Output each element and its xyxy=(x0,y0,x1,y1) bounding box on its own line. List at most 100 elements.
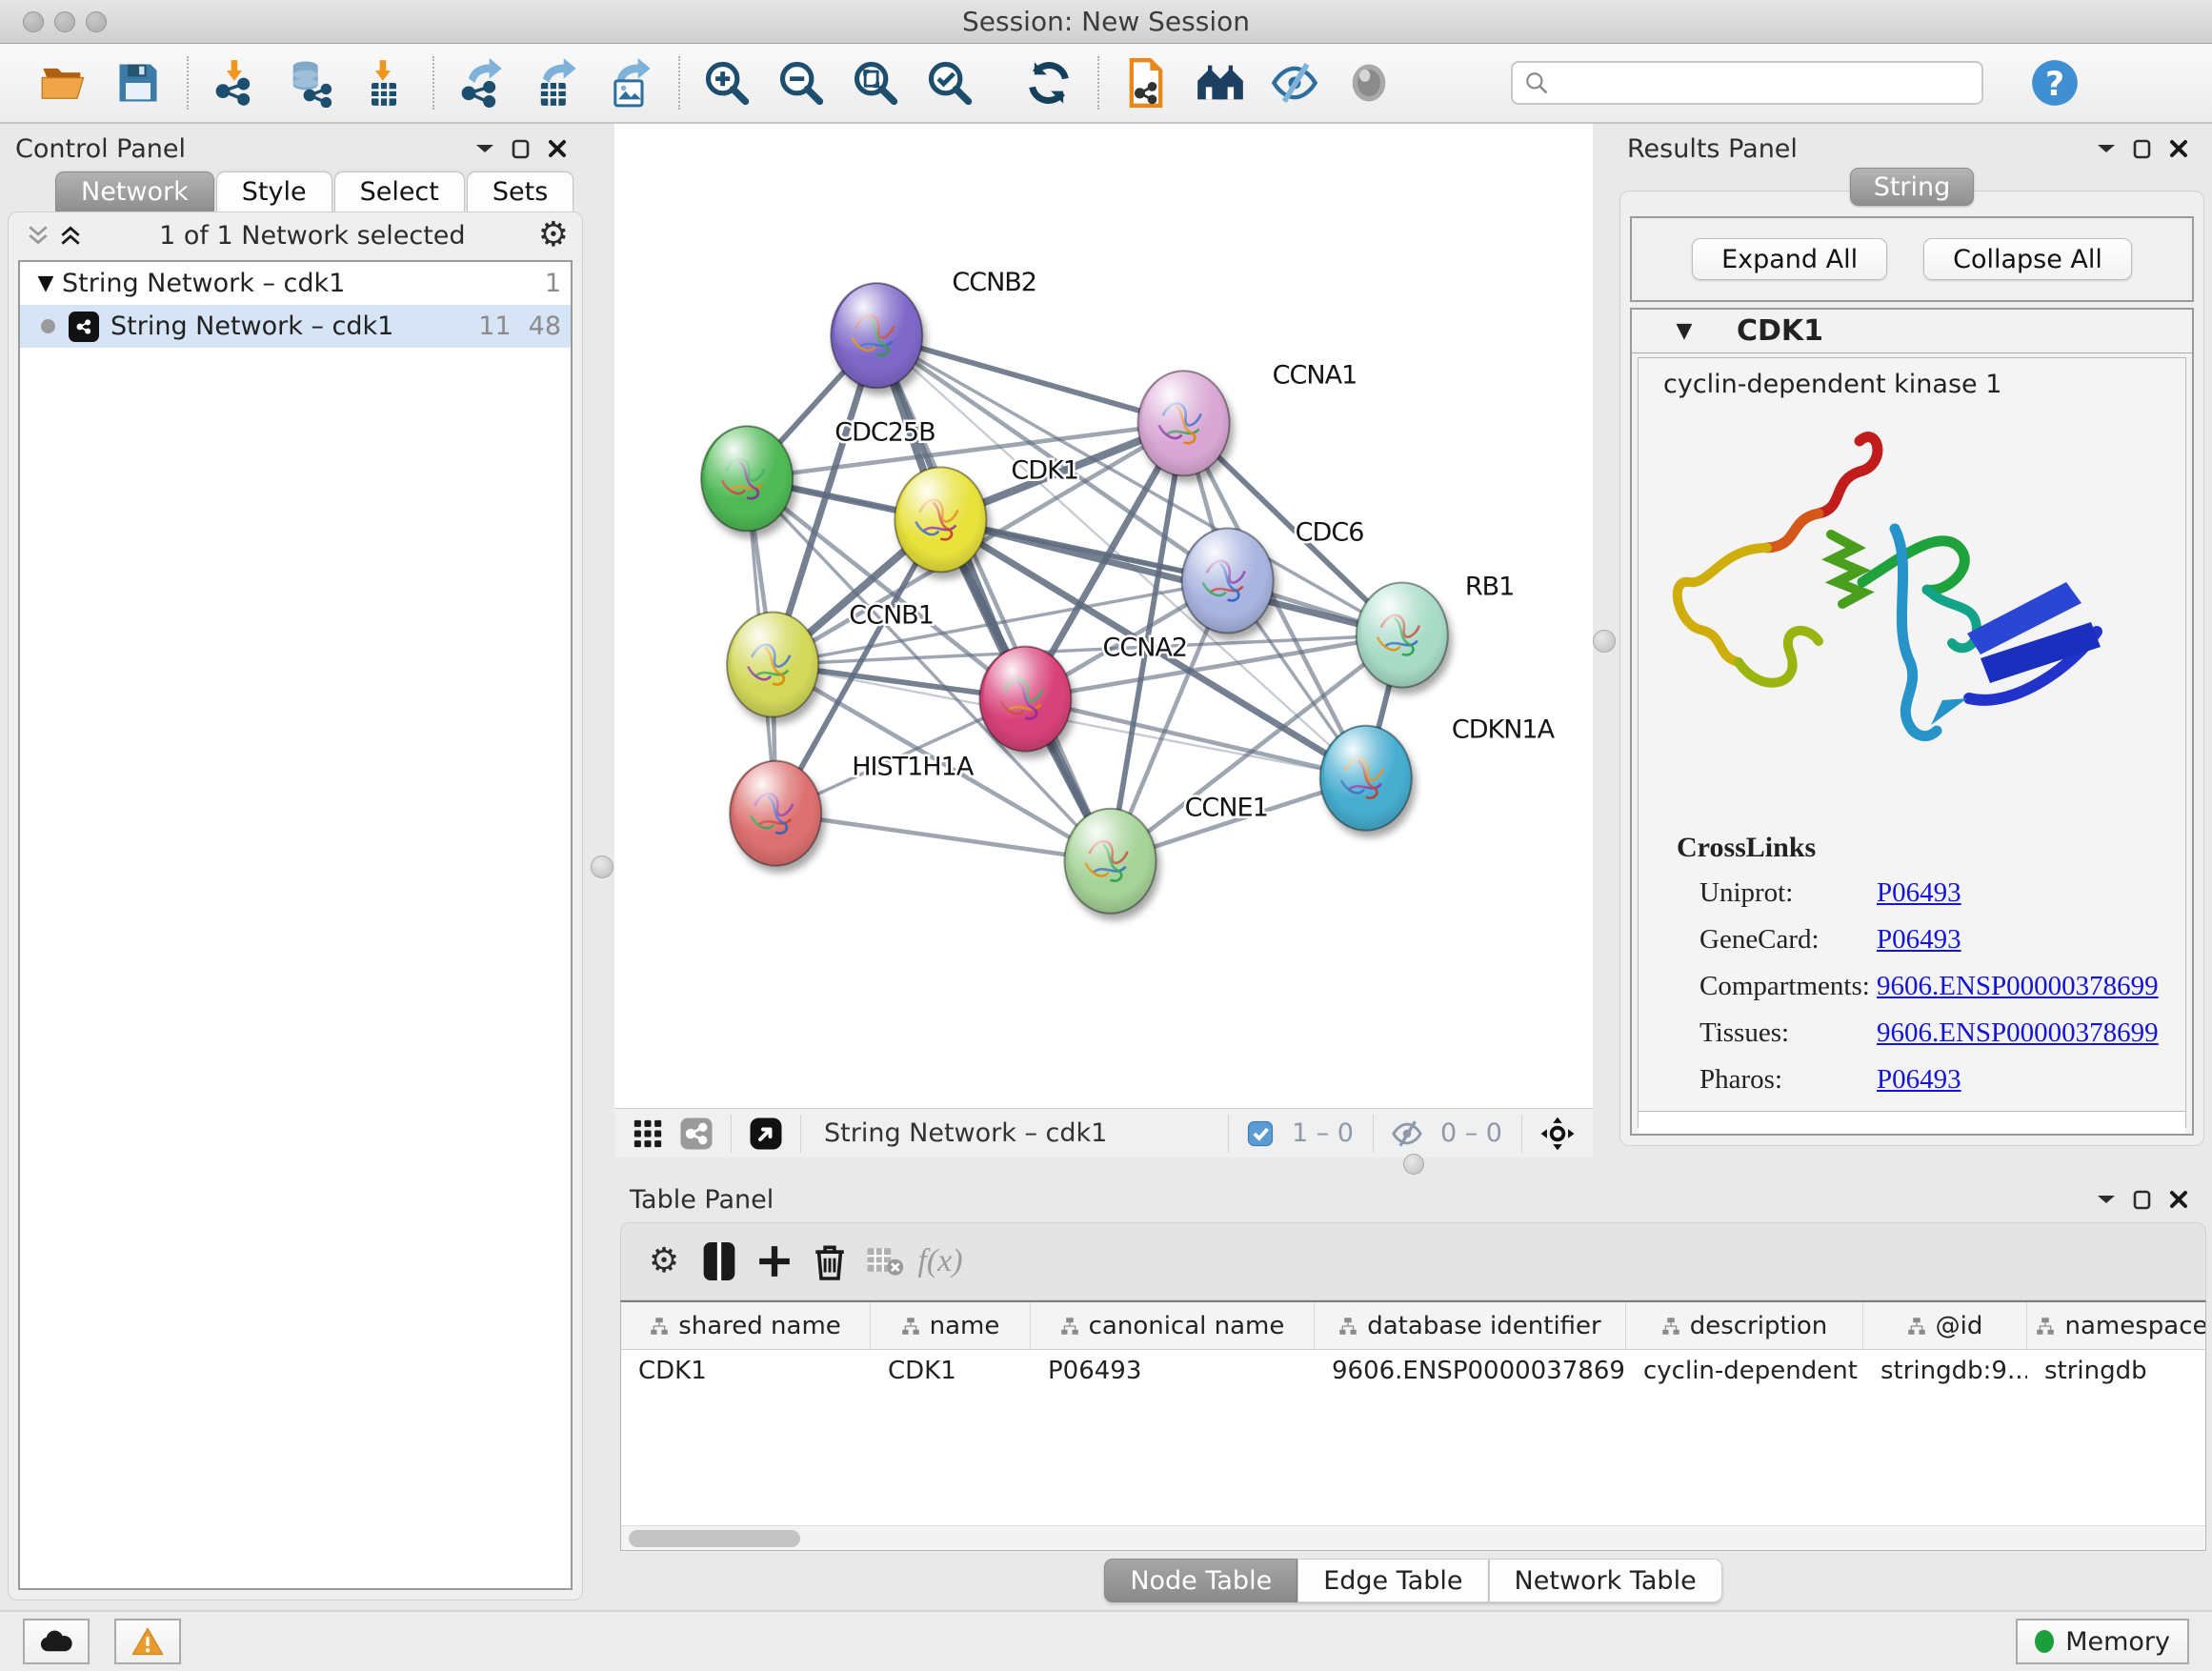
table-cell[interactable]: stringdb:9... xyxy=(1863,1350,2027,1392)
crosslink-link[interactable]: 9606.ENSP00000378699 xyxy=(1877,971,2159,1002)
collapse-caret-icon[interactable]: ▼ xyxy=(30,272,62,295)
show-columns-icon[interactable] xyxy=(692,1234,747,1289)
zoom-selected-button[interactable] xyxy=(918,51,981,114)
birds-eye-view-icon[interactable] xyxy=(1532,1115,1583,1153)
column-header-shared-name[interactable]: shared name xyxy=(621,1302,871,1349)
horizontal-splitter[interactable] xyxy=(614,1158,2212,1173)
tab-network-table[interactable]: Network Table xyxy=(1489,1559,1722,1602)
cloud-button[interactable] xyxy=(23,1619,90,1664)
string-view-icon[interactable] xyxy=(672,1115,721,1153)
network-node-CCNE1[interactable]: CCNE1 xyxy=(1064,794,1267,914)
hidden-eye-icon[interactable] xyxy=(1383,1115,1431,1153)
network-options-gear-icon[interactable]: ⚙ xyxy=(538,218,569,252)
table-horizontal-scrollbar[interactable] xyxy=(621,1525,2205,1550)
network-node-CDK1[interactable]: CDK1 xyxy=(895,455,1078,572)
search-input[interactable] xyxy=(1558,69,1970,97)
network-node-RB1[interactable]: RB1 xyxy=(1357,572,1515,687)
import-table-button[interactable] xyxy=(352,51,415,114)
memory-button[interactable]: Memory xyxy=(2016,1619,2189,1664)
column-header-description[interactable]: description xyxy=(1626,1302,1863,1349)
collapse-all-button[interactable]: Collapse All xyxy=(1923,238,2132,280)
splitter-handle[interactable] xyxy=(1593,630,1616,653)
network-node-CCNA1[interactable]: CCNA1 xyxy=(1138,360,1357,475)
delete-column-icon[interactable] xyxy=(802,1234,857,1289)
zoom-in-button[interactable] xyxy=(695,51,758,114)
crosslink-link[interactable]: 9606.ENSP00000378699 xyxy=(1877,1017,2159,1049)
tab-node-table[interactable]: Node Table xyxy=(1104,1559,1297,1602)
crosslinks-section: CrossLinks Uniprot:P06493GeneCard:P06493… xyxy=(1639,832,2185,1111)
open-view-icon[interactable] xyxy=(741,1115,791,1153)
warning-button[interactable] xyxy=(114,1619,181,1664)
crosslink-link[interactable]: P06493 xyxy=(1877,1064,1961,1096)
import-network-database-button[interactable] xyxy=(278,51,341,114)
crosslink-link[interactable]: P06493 xyxy=(1877,924,1961,956)
fit-content-button[interactable] xyxy=(844,51,907,114)
splitter-handle[interactable] xyxy=(1403,1154,1424,1175)
apply-layout-button[interactable] xyxy=(1017,51,1080,114)
expand-all-networks-icon[interactable] xyxy=(54,221,87,250)
float-panel-button[interactable] xyxy=(2124,1185,2161,1214)
hide-selected-button[interactable] xyxy=(1263,51,1326,114)
export-network-button[interactable] xyxy=(450,51,513,114)
crosslink-link[interactable]: P06493 xyxy=(1877,877,1961,909)
export-table-button[interactable] xyxy=(524,51,587,114)
save-session-button[interactable] xyxy=(107,51,170,114)
column-header-name[interactable]: name xyxy=(871,1302,1031,1349)
tab-edge-table[interactable]: Edge Table xyxy=(1297,1559,1488,1602)
table-cell[interactable]: P06493 xyxy=(1031,1350,1315,1392)
network-collection-row[interactable]: ▼ String Network – cdk1 1 xyxy=(20,262,571,305)
column-header-namespace[interactable]: namespace xyxy=(2027,1302,2206,1349)
table-cell[interactable]: CDK1 xyxy=(871,1350,1031,1392)
close-panel-button[interactable] xyxy=(2161,134,2197,163)
export-image-button[interactable] xyxy=(598,51,661,114)
panel-menu-button[interactable] xyxy=(2088,134,2124,163)
float-panel-button[interactable] xyxy=(503,134,539,163)
first-neighbors-button[interactable] xyxy=(1189,51,1252,114)
table-cell[interactable]: 9606.ENSP00000378699 xyxy=(1315,1350,1626,1392)
panel-menu-button[interactable] xyxy=(2088,1185,2124,1214)
crosslink-label: Uniprot: xyxy=(1677,877,1877,909)
network-edge-HIST1H1A-CCNE1[interactable] xyxy=(775,814,1110,861)
create-column-icon[interactable] xyxy=(747,1234,802,1289)
tab-network[interactable]: Network xyxy=(55,171,214,211)
grid-view-icon[interactable] xyxy=(624,1115,672,1153)
entry-collapse-caret-icon[interactable]: ▼ xyxy=(1632,319,1737,343)
close-panel-button[interactable] xyxy=(2161,1185,2197,1214)
tab-select[interactable]: Select xyxy=(334,171,465,211)
table-options-gear-icon[interactable]: ⚙ xyxy=(636,1234,692,1289)
collapse-all-networks-icon[interactable] xyxy=(22,221,54,250)
splitter-handle[interactable] xyxy=(591,856,613,878)
table-cell[interactable]: cyclin-dependent ... xyxy=(1626,1350,1863,1392)
zoom-out-button[interactable] xyxy=(770,51,833,114)
network-row-selected[interactable]: String Network – cdk1 11 48 xyxy=(20,305,571,348)
panel-menu-button[interactable] xyxy=(467,134,503,163)
houses-icon xyxy=(1196,58,1245,108)
tab-string[interactable]: String xyxy=(1850,168,1975,206)
tab-sets[interactable]: Sets xyxy=(467,171,573,211)
open-session-button[interactable] xyxy=(32,51,95,114)
search-field[interactable] xyxy=(1511,61,1983,105)
network-edge-CCNB2-CCNA1[interactable] xyxy=(876,335,1183,423)
expand-all-button[interactable]: Expand All xyxy=(1692,238,1887,280)
right-splitter[interactable] xyxy=(1593,124,1612,1158)
scrollbar-thumb[interactable] xyxy=(629,1530,800,1547)
left-splitter[interactable] xyxy=(591,124,614,1610)
network-canvas[interactable]: CCNB2CCNA1CDC25BCDK1CDC6RB1CCNB1CCNA2CDK… xyxy=(614,124,1593,1108)
string-protein-query-button[interactable] xyxy=(1115,51,1177,114)
import-network-file-button[interactable] xyxy=(204,51,267,114)
column-header-canonical-name[interactable]: canonical name xyxy=(1031,1302,1315,1349)
network-node-HIST1H1A[interactable]: HIST1H1A xyxy=(730,753,975,866)
selected-checkbox-icon[interactable] xyxy=(1238,1115,1282,1153)
close-panel-button[interactable] xyxy=(539,134,575,163)
show-all-button[interactable] xyxy=(1337,51,1400,114)
column-header-database-identifier[interactable]: database identifier xyxy=(1315,1302,1626,1349)
table-cell[interactable]: stringdb xyxy=(2027,1350,2206,1392)
tab-style[interactable]: Style xyxy=(216,171,332,211)
table-cell[interactable]: CDK1 xyxy=(621,1350,871,1392)
entry-scrollbar[interactable] xyxy=(1639,1111,2185,1134)
column-header-@id[interactable]: @id xyxy=(1863,1302,2027,1349)
float-panel-button[interactable] xyxy=(2124,134,2161,163)
help-button[interactable]: ? xyxy=(2023,51,2086,114)
network-edge-CCNA2-CDKN1A[interactable] xyxy=(1025,699,1365,778)
network-node-CDKN1A[interactable]: CDKN1A xyxy=(1320,715,1556,831)
